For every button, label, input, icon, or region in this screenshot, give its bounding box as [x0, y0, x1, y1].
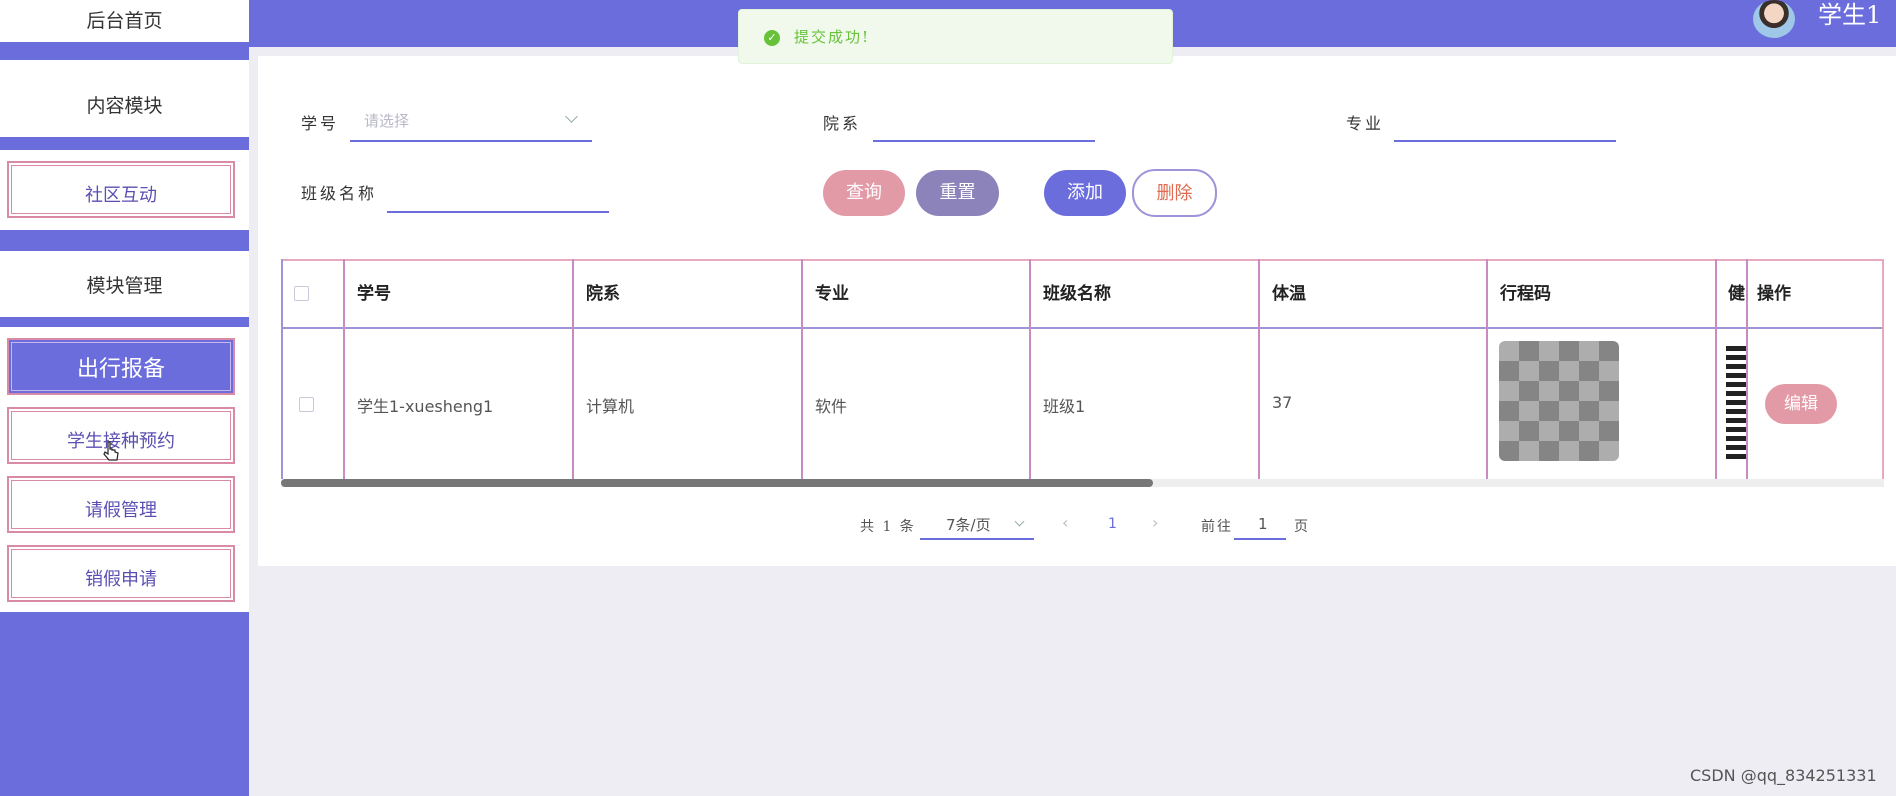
query-button[interactable]: 查询 [823, 170, 905, 216]
header-actions: 操作 [1757, 284, 1791, 304]
prev-page-icon[interactable]: ‹ [1062, 513, 1068, 532]
page-suffix: 页 [1294, 519, 1310, 535]
cell-department: 计算机 [586, 397, 635, 416]
col-divider [801, 259, 803, 479]
department-input[interactable] [873, 140, 1095, 142]
col-divider [1746, 259, 1748, 479]
next-page-icon[interactable]: › [1152, 513, 1158, 532]
page-number-current[interactable]: 1 [1108, 516, 1117, 532]
sidebar-item-home[interactable]: 后台首页 [0, 0, 249, 42]
sidebar: 后台首页 内容模块 社区互动 模块管理 出行报备 学生接种预约 请假管理 销假申… [0, 0, 249, 796]
col-divider [1486, 259, 1488, 479]
class-label: 班级名称 [301, 184, 378, 203]
student-id-select[interactable]: 请选择 [364, 110, 409, 131]
col-divider [281, 259, 283, 479]
page-size-select[interactable]: 7条/页 [946, 514, 991, 535]
scrollbar-thumb[interactable] [281, 479, 1153, 487]
table-header-divider [281, 327, 1884, 329]
sidebar-item-cancel-leave[interactable]: 销假申请 [7, 545, 235, 602]
travel-code-image[interactable] [1499, 341, 1619, 461]
col-divider [1258, 259, 1260, 479]
goto-label: 前往 [1201, 519, 1233, 535]
goto-page-input[interactable]: 1 [1258, 515, 1268, 533]
pagination-total: 共 1 条 [860, 519, 916, 535]
sidebar-item-vaccine[interactable]: 学生接种预约 [7, 407, 235, 464]
major-input[interactable] [1394, 140, 1616, 142]
toast-message: 提交成功! [794, 28, 871, 46]
col-divider [343, 259, 345, 479]
watermark: CSDN @qq_834251331 [1690, 766, 1877, 785]
sidebar-item-module-management[interactable]: 模块管理 [0, 251, 249, 317]
cell-temperature: 37 [1272, 393, 1293, 412]
check-circle-icon: ✓ [764, 30, 780, 46]
health-code-image[interactable] [1726, 344, 1746, 459]
goto-underline [1234, 538, 1286, 540]
col-divider [1029, 259, 1031, 479]
username[interactable]: 学生1 [1818, 0, 1881, 30]
header-department[interactable]: 院系 [586, 279, 620, 304]
cell-major: 软件 [815, 397, 848, 416]
class-input[interactable] [387, 211, 609, 213]
col-divider [572, 259, 574, 479]
col-divider [1715, 259, 1717, 479]
major-label: 专业 [1346, 114, 1385, 133]
page-size-underline [920, 538, 1034, 540]
col-divider [1882, 259, 1884, 479]
edit-button[interactable]: 编辑 [1765, 384, 1837, 424]
horizontal-scrollbar[interactable] [281, 479, 1884, 487]
header-major[interactable]: 专业 [815, 279, 849, 304]
sidebar-item-content-module[interactable]: 内容模块 [0, 60, 249, 137]
user-avatar[interactable] [1753, 0, 1795, 38]
header-class[interactable]: 班级名称 [1043, 279, 1111, 304]
reset-button[interactable]: 重置 [916, 170, 999, 216]
data-table: 学号 院系 专业 班级名称 体温 行程码 健 操作 学生1-xuesheng1 … [281, 259, 1884, 487]
delete-button[interactable]: 删除 [1132, 169, 1217, 217]
student-id-label: 学号 [301, 114, 340, 133]
table-top-border [281, 259, 1884, 261]
add-button[interactable]: 添加 [1044, 170, 1126, 216]
select-all-checkbox[interactable] [294, 286, 309, 301]
department-label: 院系 [823, 114, 862, 133]
header-health-code[interactable]: 健 [1728, 279, 1745, 304]
sidebar-item-community[interactable]: 社区互动 [7, 161, 235, 218]
sidebar-item-travel-report[interactable]: 出行报备 [7, 338, 235, 395]
header-temperature[interactable]: 体温 [1272, 279, 1306, 304]
cell-class: 班级1 [1043, 397, 1086, 416]
sidebar-item-leave[interactable]: 请假管理 [7, 476, 235, 533]
success-toast: ✓ 提交成功! [738, 9, 1173, 64]
student-id-underline [350, 140, 592, 142]
header-student-id[interactable]: 学号 [357, 279, 391, 304]
header-travel-code[interactable]: 行程码 [1500, 279, 1551, 304]
mouse-cursor-icon [103, 440, 121, 469]
row-checkbox[interactable] [299, 397, 314, 412]
cell-student-id: 学生1-xuesheng1 [357, 397, 494, 416]
